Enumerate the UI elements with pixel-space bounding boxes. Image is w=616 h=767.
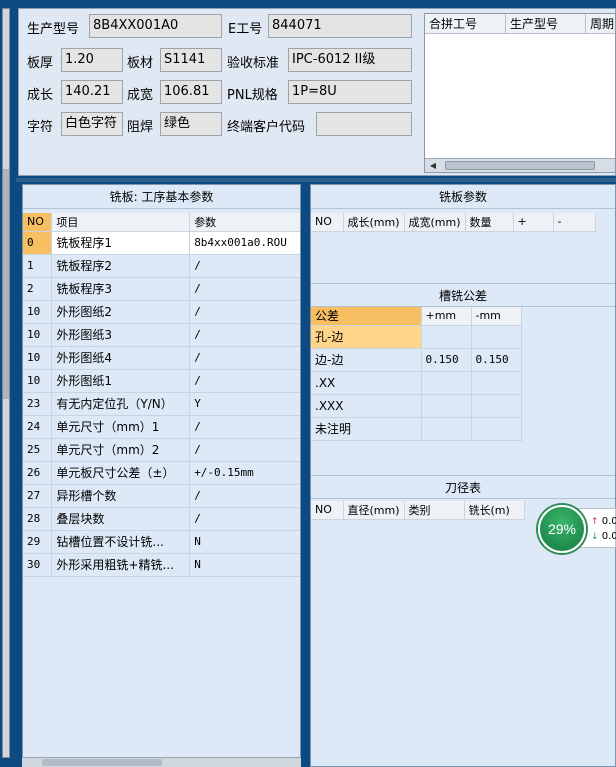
col-header-no[interactable]: NO bbox=[311, 213, 344, 232]
download-speed: 0.0 bbox=[601, 531, 616, 542]
col-header-diameter[interactable]: 直径(mm) bbox=[343, 501, 405, 520]
process-params-panel: 铣板: 工序基本参数 NO 项目 参数 0 铣板程序1 8b4xx001a0.R… bbox=[22, 184, 301, 767]
customer-code-field[interactable] bbox=[316, 112, 412, 136]
params-horizontal-scrollbar[interactable] bbox=[22, 757, 301, 767]
table-row[interactable]: 27 异形槽个数 / bbox=[23, 484, 300, 508]
table-row[interactable]: .XXX bbox=[311, 394, 522, 418]
length-field[interactable]: 140.21 bbox=[61, 80, 123, 104]
grid-horizontal-scrollbar[interactable]: ◀ bbox=[425, 158, 615, 172]
mill-params-panel: 铣板参数 NO 成长(mm) 成宽(mm) 数量 + - 槽铣公差 公差 +mm… bbox=[310, 184, 616, 767]
table-row[interactable]: 23 有无内定位孔（Y/N） Y bbox=[23, 392, 300, 416]
mill-params-title: 铣板参数 bbox=[311, 185, 615, 209]
col-header-length[interactable]: 成长(mm) bbox=[343, 213, 405, 232]
table-row[interactable]: 0 铣板程序1 8b4xx001a0.ROU bbox=[23, 231, 300, 255]
col-header-no[interactable]: NO bbox=[23, 213, 53, 232]
table-row[interactable]: 25 单元尺寸（mm）2 / bbox=[23, 438, 300, 462]
table-row[interactable]: 1 铣板程序2 / bbox=[23, 254, 300, 278]
col-header-category[interactable]: 类别 bbox=[404, 501, 465, 520]
combined-jobs-grid[interactable]: 合拼工号 生产型号 周期 ◀ bbox=[424, 13, 616, 173]
col-header-tolerance[interactable]: 公差 bbox=[311, 307, 422, 326]
table-row[interactable]: 28 叠层块数 / bbox=[23, 507, 300, 531]
pnl-field[interactable]: 1P=8U bbox=[288, 80, 412, 104]
col-header-minus[interactable]: - bbox=[553, 213, 596, 232]
table-row[interactable]: 2 铣板程序3 / bbox=[23, 277, 300, 301]
col-header-minus-mm[interactable]: -mm bbox=[471, 307, 522, 326]
grid-header-model[interactable]: 生产型号 bbox=[506, 14, 586, 34]
col-header-param[interactable]: 参数 bbox=[189, 213, 300, 232]
scroll-left-icon[interactable]: ◀ bbox=[427, 160, 439, 171]
label-customer-code: 终端客户代码 bbox=[227, 120, 306, 135]
panel-title: 铣板: 工序基本参数 bbox=[23, 185, 300, 209]
label-length: 成长 bbox=[27, 88, 54, 103]
table-row[interactable]: 10 外形图纸4 / bbox=[23, 346, 300, 370]
left-frame bbox=[0, 0, 16, 767]
table-row[interactable]: 孔-边 bbox=[311, 325, 522, 349]
label-thickness: 板厚 bbox=[27, 56, 54, 71]
table-row[interactable]: 26 单元板尺寸公差（±） +/-0.15mm bbox=[23, 461, 300, 485]
table-row[interactable]: 未注明 bbox=[311, 417, 522, 441]
col-header-plus-mm[interactable]: +mm bbox=[421, 307, 472, 326]
scrollbar-thumb[interactable] bbox=[445, 161, 595, 170]
upload-arrow-icon: ↑ bbox=[591, 517, 599, 527]
col-header-no[interactable]: NO bbox=[311, 501, 344, 520]
slot-tolerance-title: 槽铣公差 bbox=[311, 283, 615, 307]
width-field[interactable]: 106.81 bbox=[160, 80, 222, 104]
col-header-qty[interactable]: 数量 bbox=[465, 213, 514, 232]
e-number-field[interactable]: 844071 bbox=[268, 14, 412, 38]
silkscreen-field[interactable]: 白色字符 bbox=[61, 112, 123, 136]
tool-diameter-title: 刀径表 bbox=[311, 475, 615, 499]
table-row[interactable]: 29 钻槽位置不设计铣... N bbox=[23, 530, 300, 554]
label-material: 板材 bbox=[127, 56, 154, 71]
label-model: 生产型号 bbox=[27, 22, 80, 37]
label-soldermask: 阻焊 bbox=[127, 120, 154, 135]
upload-speed: 0.0 bbox=[601, 516, 616, 527]
section-divider bbox=[16, 178, 616, 182]
standard-field[interactable]: IPC-6012 II级 bbox=[288, 48, 412, 72]
tool-diameter-table: NO 直径(mm) 类别 铣长(m) bbox=[311, 501, 525, 520]
table-row[interactable]: 10 外形图纸3 / bbox=[23, 323, 300, 347]
scrollbar-thumb[interactable] bbox=[42, 759, 162, 766]
slot-tolerance-table: 公差 +mm -mm 孔-边 边-边 0.150 0.150 .XX .XXX … bbox=[311, 307, 522, 441]
table-row[interactable]: .XX bbox=[311, 371, 522, 395]
material-field[interactable]: S1141 bbox=[160, 48, 222, 72]
table-row[interactable]: 10 外形图纸2 / bbox=[23, 300, 300, 324]
table-row[interactable]: 边-边 0.150 0.150 bbox=[311, 348, 522, 372]
table-row[interactable]: 24 单元尺寸（mm）1 / bbox=[23, 415, 300, 439]
table-row[interactable]: 30 外形采用粗铣+精铣... N bbox=[23, 553, 300, 577]
label-e-number: E工号 bbox=[228, 22, 263, 37]
soldermask-field[interactable]: 绿色 bbox=[160, 112, 222, 136]
label-pnl: PNL规格 bbox=[227, 88, 278, 103]
table-row[interactable]: 10 外形图纸1 / bbox=[23, 369, 300, 393]
memory-usage-badge[interactable]: 29% bbox=[538, 505, 586, 553]
process-params-table: NO 项目 参数 0 铣板程序1 8b4xx001a0.ROU 1 铣板程序2 … bbox=[23, 213, 300, 577]
grid-header-period[interactable]: 周期 bbox=[586, 14, 615, 34]
grid-header-job[interactable]: 合拼工号 bbox=[425, 14, 506, 34]
col-header-item[interactable]: 项目 bbox=[51, 213, 191, 232]
col-header-width[interactable]: 成宽(mm) bbox=[404, 213, 466, 232]
panel-splitter[interactable] bbox=[303, 184, 308, 767]
scrollbar-thumb[interactable] bbox=[3, 169, 9, 399]
mill-params-table: NO 成长(mm) 成宽(mm) 数量 + - bbox=[311, 213, 596, 232]
col-header-mill-length[interactable]: 铣长(m) bbox=[464, 501, 525, 520]
model-field[interactable]: 8B4XX001A0 bbox=[89, 14, 222, 38]
col-header-plus[interactable]: + bbox=[513, 213, 554, 232]
label-width: 成宽 bbox=[127, 88, 154, 103]
download-arrow-icon: ↓ bbox=[591, 532, 599, 542]
vertical-scrollbar[interactable] bbox=[2, 8, 10, 758]
label-silkscreen: 字符 bbox=[27, 120, 54, 135]
thickness-field[interactable]: 1.20 bbox=[61, 48, 123, 72]
label-standard: 验收标准 bbox=[227, 56, 280, 71]
